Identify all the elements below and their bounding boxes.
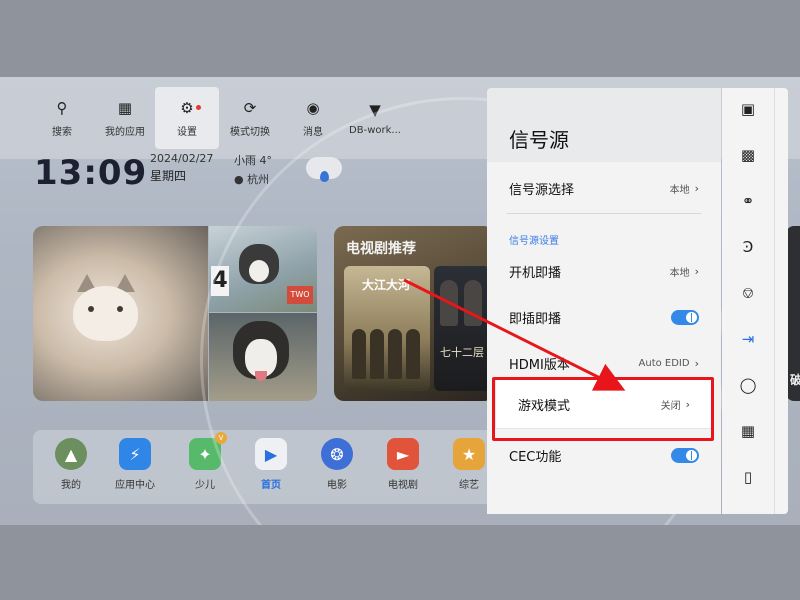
dock-item-home[interactable]: ▶ 首页 <box>241 438 301 498</box>
row-label: 开机即播 <box>509 265 562 281</box>
dock-item-label: 综艺 <box>459 480 479 491</box>
dock-item-label: 我的 <box>61 480 81 491</box>
avatar-icon: ▲ <box>55 438 87 470</box>
home-play-icon: ▶ <box>255 438 287 470</box>
mode-switch-icon: ⟳ <box>243 98 257 117</box>
dock-item-movies[interactable]: ❂ 电影 <box>307 438 367 498</box>
top-item-label: 搜索 <box>52 126 72 138</box>
top-item-search[interactable]: ⚲ 搜索 <box>30 87 94 149</box>
drama-poster-1[interactable]: 大江大河 <box>344 266 430 391</box>
remote-icon[interactable]: ▯ <box>722 468 774 486</box>
row-value: Auto EDID › <box>639 357 699 370</box>
row-source-select[interactable]: 信号源选择 本地 › <box>487 168 721 208</box>
drama-card-title: 电视剧推荐 <box>346 241 416 257</box>
poster-1-title: 大江大河 <box>362 278 411 292</box>
wifi-icon: ▼ <box>369 100 381 119</box>
app-grid-icon[interactable]: ▦ <box>722 422 774 440</box>
red-highlight-box <box>492 377 714 441</box>
top-item-wifi[interactable]: ▼ DB-work... <box>343 87 407 149</box>
top-item-label: 我的应用 <box>105 126 145 138</box>
chevron-right-icon: › <box>694 264 699 278</box>
apps-grid-icon: ▦ <box>117 98 133 117</box>
search-icon: ⚲ <box>56 98 68 117</box>
chevron-right-icon: › <box>694 356 699 370</box>
row-value: 本地 › <box>670 181 699 196</box>
bottom-dock: ▲ 我的 ⚡ 应用中心 ✦ V 少儿 ▶ 首页 ❂ 电影 ► 电视剧 ★ 综艺 <box>33 430 493 504</box>
panel-title: 信号源 <box>509 128 569 152</box>
kids-icon: ✦ V <box>189 432 227 470</box>
image-settings-icon[interactable]: ▩ <box>722 146 774 164</box>
row-plug-play[interactable]: 即插即播 <box>487 297 721 337</box>
settings-icon-strip: ▣ ▩ ⚭ Ͽ ⎊ ⇥ ◯ ▦ ▯ <box>722 88 788 514</box>
signal-source-icon[interactable]: ⇥ <box>722 330 774 348</box>
boot-play-value: 本地 <box>669 267 690 279</box>
row-label: 信号源选择 <box>509 182 575 198</box>
clock-time: 13:09 <box>34 153 148 193</box>
tv-series-icon: ► <box>387 438 419 470</box>
chevron-right-icon: › <box>694 181 699 195</box>
eye-protect-icon[interactable]: ◯ <box>722 376 774 394</box>
row-label: 即插即播 <box>509 311 562 327</box>
plug-play-toggle[interactable] <box>671 309 699 325</box>
section-label-source-settings: 信号源设置 <box>509 236 559 247</box>
dog-photo-card-bottom[interactable] <box>209 313 317 401</box>
dog-sign-two: TWO <box>287 286 313 304</box>
clock-date: 2024/02/27 <box>150 152 214 165</box>
drama-recommend-card[interactable]: 电视剧推荐 大江大河 七十二层 <box>334 226 494 401</box>
top-item-my-apps[interactable]: ▦ 我的应用 <box>93 87 157 149</box>
row-label: HDMI版本 <box>509 357 570 373</box>
bluetooth-icon[interactable]: Ͽ <box>722 238 774 256</box>
top-item-label: 模式切换 <box>230 126 270 138</box>
top-item-mode-switch[interactable]: ⟳ 模式切换 <box>218 87 282 149</box>
bell-notification-icon[interactable]: ⎊ <box>722 284 774 302</box>
top-item-messages[interactable]: ◉ 消息 <box>281 87 345 149</box>
divider <box>507 213 701 214</box>
cec-toggle[interactable] <box>671 447 699 463</box>
signal-source-panel: 信号源 信号源选择 本地 › 信号源设置 开机即播 本地 › 即插即播 HDMI版本… <box>487 88 721 514</box>
dog-sign-number: 4 <box>211 266 229 296</box>
dog-photo-card-top[interactable]: 4 TWO <box>209 226 317 312</box>
settings-gear-icon: ⚙ <box>180 98 194 117</box>
dock-item-label: 少儿 <box>195 480 215 491</box>
weather-text: 小雨 4° <box>234 154 272 167</box>
dock-item-label: 电影 <box>327 480 347 491</box>
drama-poster-2[interactable]: 七十二层 <box>434 266 490 391</box>
panel-body: 信号源选择 本地 › 信号源设置 开机即播 本地 › 即插即播 HDMI版本 Aut… <box>487 162 721 514</box>
row-boot-play[interactable]: 开机即播 本地 › <box>487 251 721 291</box>
dock-item-label: 首页 <box>261 480 281 491</box>
strip-divider <box>774 88 775 514</box>
partial-card-char: 破 <box>790 373 800 387</box>
top-item-settings[interactable]: ⚙ 设置 <box>155 87 219 149</box>
top-item-label: DB-work... <box>349 124 401 136</box>
dock-item-kids[interactable]: ✦ V 少儿 <box>175 432 235 498</box>
row-cec[interactable]: CEC功能 <box>487 435 721 475</box>
dock-item-app-center[interactable]: ⚡ 应用中心 <box>105 438 165 498</box>
rain-cloud-icon <box>306 157 342 182</box>
partial-card-right[interactable]: 破 <box>786 226 800 401</box>
dock-item-label: 应用中心 <box>115 480 155 491</box>
app-store-icon: ⚡ <box>119 438 151 470</box>
message-icon: ◉ <box>306 98 320 117</box>
dock-item-label: 电视剧 <box>388 480 418 491</box>
clock-weekday: 星期四 <box>150 169 187 183</box>
top-item-label: 设置 <box>177 126 197 138</box>
planet-network-icon[interactable]: ⚭ <box>722 192 774 210</box>
hdmi-value: Auto EDID <box>638 357 690 369</box>
variety-star-icon: ★ <box>453 438 485 470</box>
poster-2-title: 七十二层 <box>440 346 484 359</box>
cat-photo-card[interactable] <box>33 226 208 401</box>
city-name: 杭州 <box>247 173 270 186</box>
row-value: 本地 › <box>670 264 699 279</box>
row-label: CEC功能 <box>509 449 562 465</box>
weather-city: ● 杭州 <box>234 173 270 186</box>
dock-item-mine[interactable]: ▲ 我的 <box>41 438 101 498</box>
dock-item-tv-series[interactable]: ► 电视剧 <box>373 438 433 498</box>
source-select-value: 本地 <box>669 184 690 196</box>
top-item-label: 消息 <box>303 126 323 138</box>
film-reel-icon: ❂ <box>321 438 353 470</box>
picture-mode-icon[interactable]: ▣ <box>722 100 774 118</box>
